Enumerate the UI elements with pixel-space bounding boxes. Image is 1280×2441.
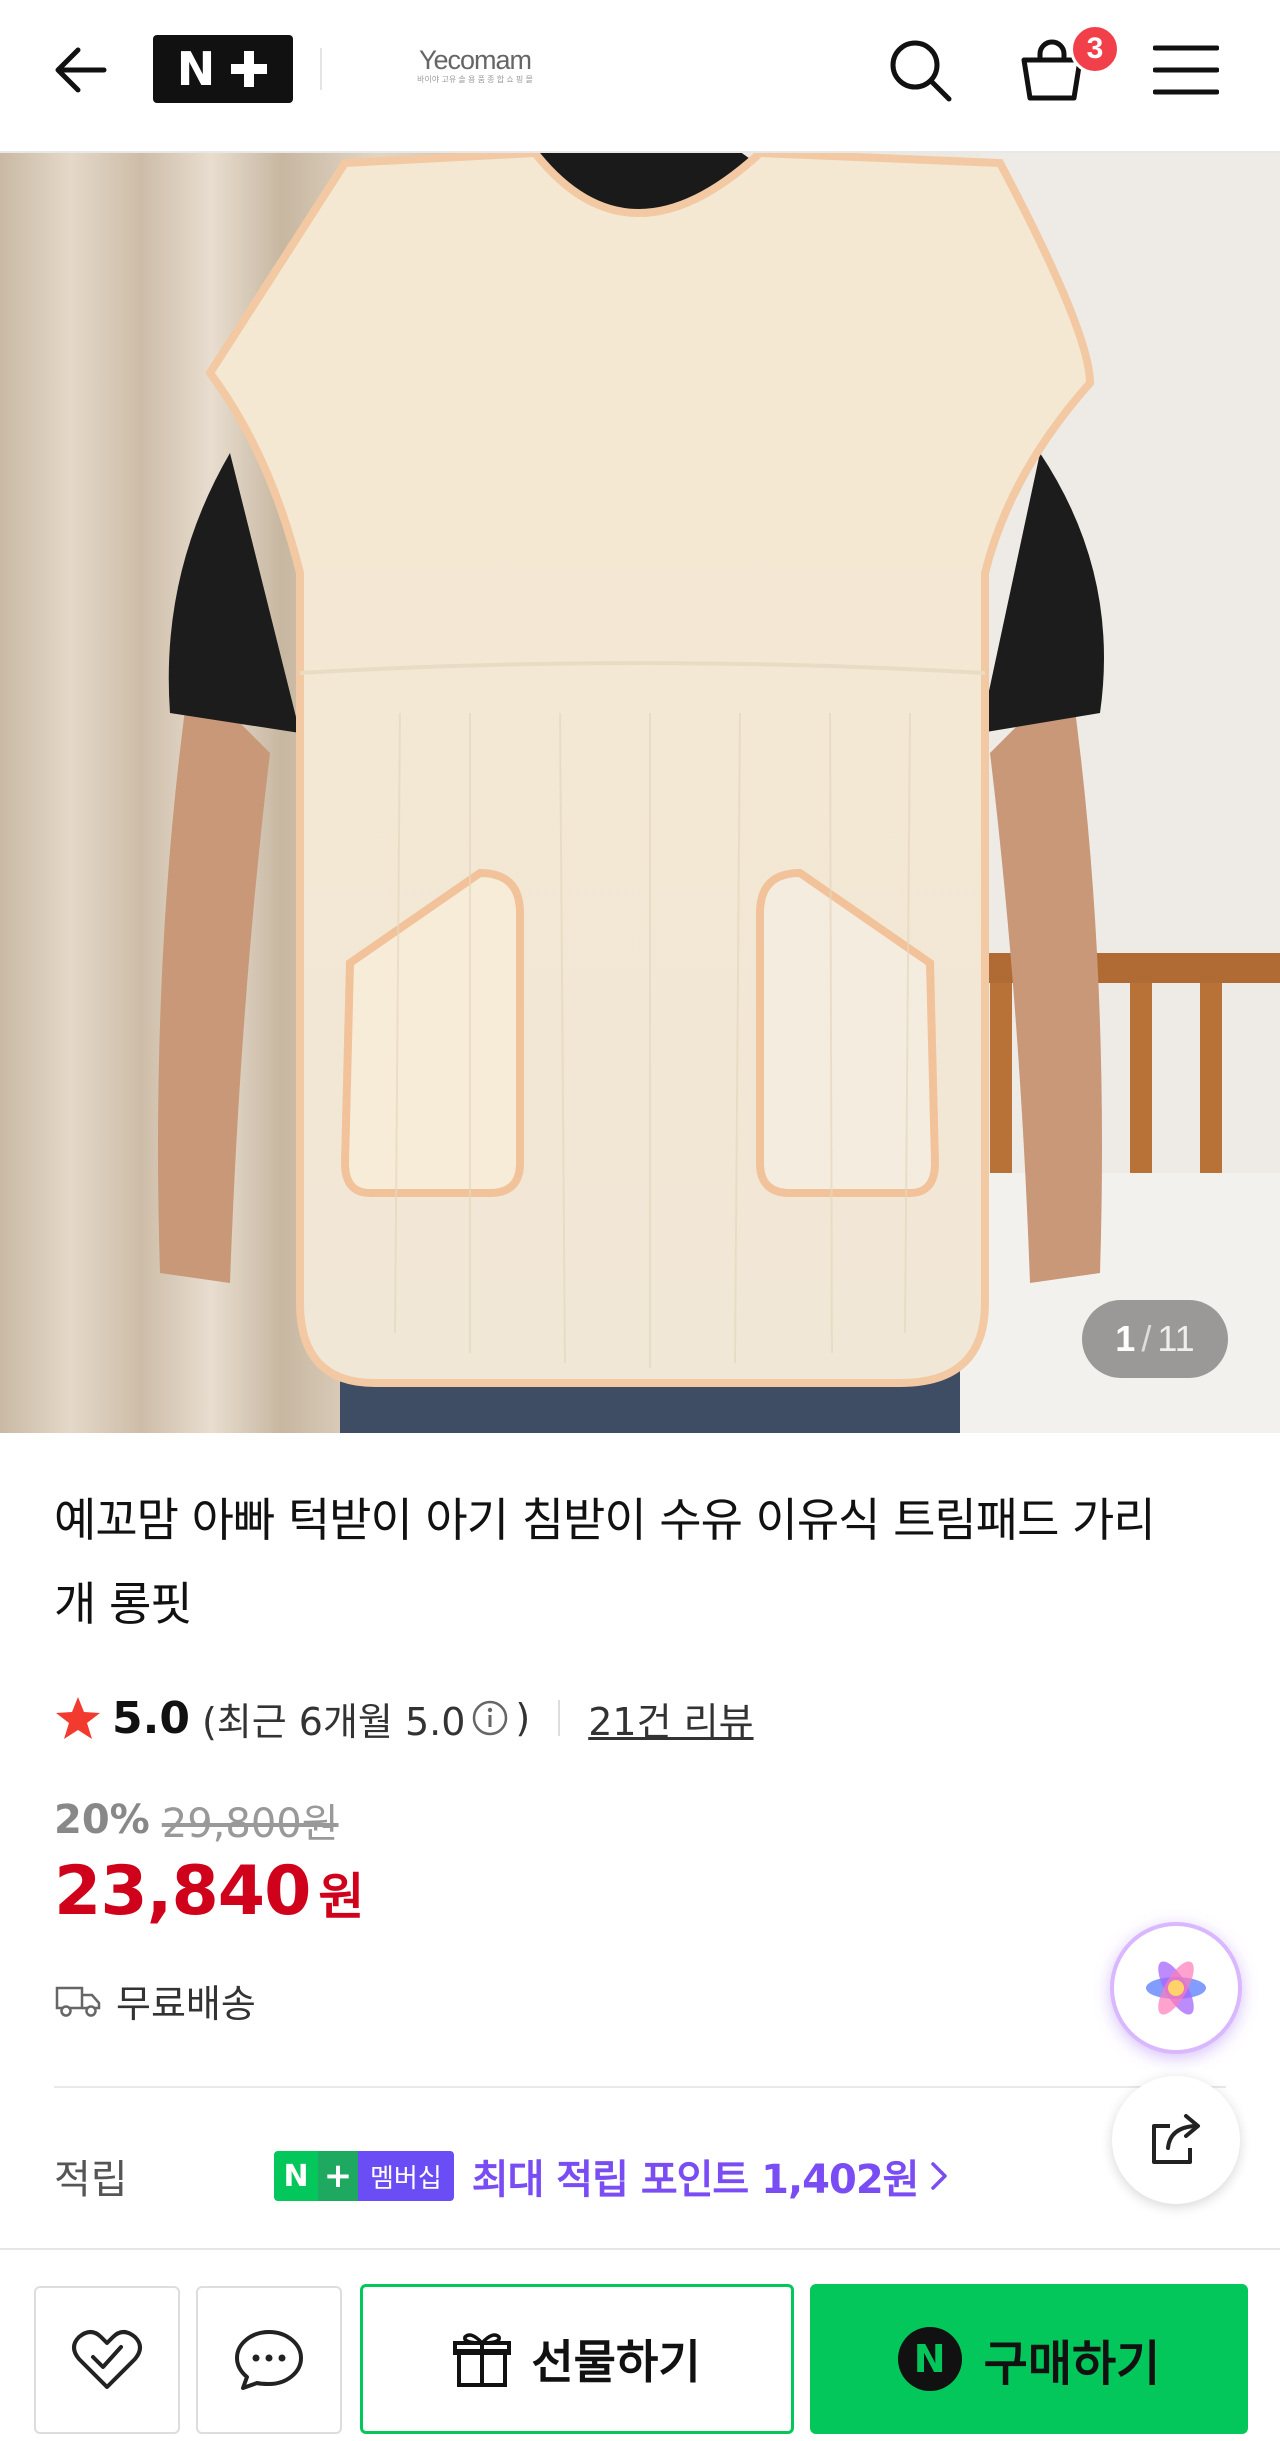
sale-price: 23,840 — [54, 1852, 311, 1931]
original-price-row: 20% 29,800원 — [54, 1792, 339, 1848]
points-text: 최대 적립 포인트 1,402원 — [471, 2157, 920, 2203]
naver-plus-logo[interactable]: N — [153, 35, 293, 103]
section-divider — [54, 2086, 1226, 2088]
share-icon — [1152, 2114, 1200, 2164]
buy-button[interactable]: N 구매하기 — [810, 2284, 1248, 2434]
heart-check-icon — [72, 2330, 142, 2389]
header-divider — [320, 48, 322, 90]
share-button[interactable] — [1112, 2076, 1240, 2204]
recent-rating-close: ) — [515, 1696, 531, 1740]
rating-score: 5.0 — [112, 1692, 190, 1744]
rating-row: 5.0 (최근 6개월 5.0 ) 21건 리뷰 — [54, 1688, 754, 1748]
talk-button[interactable] — [196, 2286, 342, 2434]
truck-icon — [55, 1986, 101, 2017]
points-label: 적립 — [54, 2157, 128, 2203]
recent-rating: (최근 6개월 5.0 ) — [202, 1691, 530, 1746]
star-icon — [56, 1697, 100, 1739]
ai-sparkle-icon — [1146, 1961, 1206, 2015]
shipping-text: 무료배송 — [116, 1981, 256, 2026]
chevron-right-icon — [931, 2162, 948, 2190]
rating-divider — [558, 1700, 561, 1736]
shipping-row: 무료배송 — [54, 1970, 256, 2030]
image-counter-separator: / — [1141, 1318, 1152, 1359]
brand-logo[interactable]: Yecomam 바이야 고유 솔 용 품 종 합 쇼 핑 몰 — [405, 46, 545, 96]
n-letter: N — [176, 42, 216, 96]
membership-badge-text: 멤버십 — [358, 2151, 454, 2201]
currency-unit: 원 — [318, 1868, 365, 1926]
gift-icon — [453, 2333, 512, 2387]
bottom-action-bar: 선물하기 N 구매하기 — [0, 2248, 1280, 2441]
ai-assistant-button[interactable] — [1110, 1922, 1242, 2054]
product-photo — [0, 153, 1280, 1433]
image-counter-current: 1 — [1115, 1318, 1136, 1359]
search-icon — [890, 40, 952, 102]
plus-icon — [231, 51, 268, 87]
points-row[interactable]: 적립 N + 멤버십 최대 적립 포인트 1,402원 — [54, 2140, 1226, 2212]
membership-badge: N + 멤버십 — [274, 2151, 454, 2201]
sale-price-row: 23,840 원 — [54, 1852, 364, 1948]
gift-label: 선물하기 — [531, 2335, 701, 2389]
discount-rate: 20% — [54, 1797, 150, 1843]
info-icon[interactable] — [471, 1699, 509, 1737]
cart-count-badge: 3 — [1070, 24, 1120, 74]
product-main-image[interactable] — [0, 153, 1280, 1433]
brand-name: Yecomam — [418, 45, 532, 75]
review-link[interactable]: 21건 리뷰 — [588, 1691, 753, 1746]
menu-button[interactable] — [1146, 34, 1226, 106]
image-counter-total: 11 — [1157, 1318, 1195, 1359]
naver-pay-icon: N — [897, 2327, 962, 2391]
membership-badge-plus: + — [318, 2151, 358, 2201]
back-arrow-icon — [55, 47, 107, 93]
product-title: 예꼬맘 아빠 턱받이 아기 침받이 수유 이유식 트림패드 가리개 롱핏 — [54, 1493, 1156, 1631]
image-counter: 1 / 11 — [1082, 1300, 1228, 1378]
brand-tagline: 바이야 고유 솔 용 품 종 합 쇼 핑 몰 — [417, 75, 533, 84]
original-price: 29,800원 — [161, 1801, 339, 1847]
back-button[interactable] — [44, 34, 116, 106]
buy-label: 구매하기 — [983, 2336, 1161, 2392]
hamburger-menu-icon — [1153, 45, 1219, 95]
cart-button[interactable]: 3 — [1010, 24, 1120, 110]
recent-rating-text: (최근 6개월 5.0 — [201, 1699, 466, 1744]
membership-badge-n: N — [274, 2151, 318, 2201]
top-header: N Yecomam 바이야 고유 솔 용 품 종 합 쇼 핑 몰 3 — [0, 0, 1280, 153]
chat-bubble-icon — [235, 2330, 303, 2390]
search-button[interactable] — [880, 30, 960, 110]
gift-button[interactable]: 선물하기 — [360, 2284, 794, 2434]
wishlist-button[interactable] — [34, 2286, 180, 2434]
